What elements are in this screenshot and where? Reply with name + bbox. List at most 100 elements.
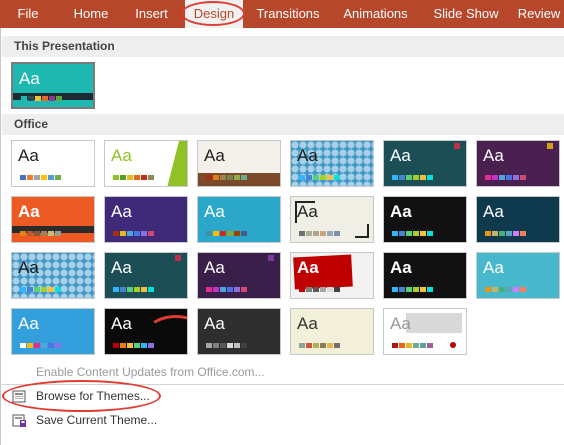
office-theme-thumbnail[interactable]: Aa bbox=[104, 308, 188, 355]
color-swatch bbox=[513, 287, 519, 292]
color-swatch bbox=[220, 231, 226, 236]
color-swatch bbox=[406, 287, 412, 292]
theme-sample-text: Aa bbox=[297, 146, 318, 165]
color-swatch bbox=[134, 287, 140, 292]
office-theme-thumbnail[interactable]: Aa bbox=[290, 252, 374, 299]
tab-home[interactable]: Home bbox=[62, 0, 120, 28]
tab-insert[interactable]: Insert bbox=[124, 0, 179, 28]
color-swatch bbox=[20, 287, 26, 292]
menu-item-label: Enable Content Updates from Office.com..… bbox=[36, 365, 265, 379]
color-swatch bbox=[299, 287, 305, 292]
theme-color-swatches bbox=[20, 287, 62, 292]
office-theme-thumbnail[interactable]: Aa bbox=[476, 252, 560, 299]
theme-corner-accent bbox=[454, 143, 460, 149]
color-swatch bbox=[141, 175, 147, 180]
save-current-theme-item[interactable]: Save Current Theme... bbox=[1, 409, 564, 431]
office-theme-thumbnail[interactable]: Aa bbox=[104, 140, 188, 187]
color-swatch bbox=[148, 287, 154, 292]
office-theme-thumbnail[interactable]: Aa bbox=[11, 308, 95, 355]
office-theme-thumbnail[interactable]: Aa bbox=[104, 252, 188, 299]
color-swatch bbox=[392, 175, 398, 180]
color-swatch bbox=[241, 287, 247, 292]
office-theme-thumbnail[interactable]: Aa bbox=[197, 140, 281, 187]
color-swatch bbox=[220, 343, 226, 348]
office-theme-thumbnail[interactable]: Aa bbox=[104, 196, 188, 243]
office-theme-thumbnail[interactable]: Aa bbox=[197, 252, 281, 299]
theme-corner-accent bbox=[547, 143, 553, 149]
tab-review[interactable]: Review bbox=[514, 0, 564, 28]
office-theme-thumbnail[interactable]: Aa bbox=[383, 308, 467, 355]
office-theme-thumbnail[interactable]: Aa bbox=[476, 196, 560, 243]
office-theme-thumbnail[interactable]: Aa bbox=[290, 196, 374, 243]
color-swatch bbox=[227, 287, 233, 292]
color-swatch bbox=[206, 343, 212, 348]
color-swatch bbox=[213, 343, 219, 348]
office-theme-thumbnail[interactable]: Aa bbox=[197, 196, 281, 243]
color-swatch bbox=[134, 231, 140, 236]
theme-sample-text: Aa bbox=[483, 258, 504, 277]
color-swatch bbox=[399, 175, 405, 180]
theme-color-swatches bbox=[21, 96, 63, 101]
color-swatch bbox=[127, 287, 133, 292]
color-swatch bbox=[27, 231, 33, 236]
color-swatch bbox=[55, 343, 61, 348]
theme-sample-text: Aa bbox=[204, 202, 225, 221]
theme-sample-text: Aa bbox=[18, 202, 40, 221]
theme-frame-lines bbox=[355, 224, 369, 238]
color-swatch bbox=[520, 175, 526, 180]
tab-design[interactable]: Design bbox=[185, 0, 243, 28]
color-swatch bbox=[148, 175, 154, 180]
office-theme-thumbnail[interactable]: Aa bbox=[11, 140, 95, 187]
color-swatch bbox=[234, 343, 240, 348]
tab-file[interactable]: File bbox=[6, 0, 50, 28]
office-theme-thumbnail[interactable]: Aa bbox=[383, 140, 467, 187]
color-swatch bbox=[406, 231, 412, 236]
color-swatch bbox=[320, 231, 326, 236]
office-theme-thumbnail[interactable]: Aa bbox=[476, 140, 560, 187]
color-swatch bbox=[327, 175, 333, 180]
color-swatch bbox=[27, 287, 33, 292]
theme-facet-shape bbox=[167, 141, 187, 186]
theme-sample-text: Aa bbox=[390, 202, 412, 221]
ribbon-tab-bar: File Home Insert Design Transitions Animation… bbox=[0, 0, 564, 28]
office-theme-thumbnail[interactable]: Aa bbox=[383, 252, 467, 299]
color-swatch bbox=[485, 231, 491, 236]
color-swatch bbox=[141, 287, 147, 292]
theme-sample-text: Aa bbox=[18, 146, 39, 165]
color-swatch bbox=[213, 175, 219, 180]
color-swatch bbox=[399, 231, 405, 236]
current-theme-thumbnail[interactable]: Aa bbox=[11, 62, 95, 109]
color-swatch bbox=[120, 231, 126, 236]
color-swatch bbox=[320, 287, 326, 292]
office-theme-thumbnail[interactable]: Aa bbox=[290, 308, 374, 355]
color-swatch bbox=[35, 96, 41, 101]
color-swatch bbox=[485, 175, 491, 180]
tab-animations[interactable]: Animations bbox=[333, 0, 418, 28]
theme-sample-text: Aa bbox=[297, 314, 318, 333]
office-theme-thumbnail[interactable]: Aa bbox=[383, 196, 467, 243]
color-swatch bbox=[420, 175, 426, 180]
office-theme-thumbnail[interactable]: Aa bbox=[290, 140, 374, 187]
tab-transitions[interactable]: Transitions bbox=[247, 0, 329, 28]
color-swatch bbox=[334, 231, 340, 236]
tab-slide-show[interactable]: Slide Show bbox=[423, 0, 509, 28]
color-swatch bbox=[313, 287, 319, 292]
color-swatch bbox=[206, 231, 212, 236]
color-swatch bbox=[427, 343, 433, 348]
office-theme-thumbnail[interactable]: Aa bbox=[11, 196, 95, 243]
office-theme-thumbnail[interactable]: Aa bbox=[11, 252, 95, 299]
color-swatch bbox=[306, 231, 312, 236]
color-swatch bbox=[513, 231, 519, 236]
color-swatch bbox=[213, 231, 219, 236]
color-swatch bbox=[120, 175, 126, 180]
browse-for-themes-item[interactable]: Browse for Themes... bbox=[1, 385, 564, 407]
color-swatch bbox=[399, 343, 405, 348]
color-swatch bbox=[127, 175, 133, 180]
color-swatch bbox=[34, 231, 40, 236]
color-swatch bbox=[49, 96, 55, 101]
theme-corner-accent bbox=[268, 255, 274, 261]
theme-color-swatches bbox=[392, 287, 434, 292]
color-swatch bbox=[27, 343, 33, 348]
color-swatch bbox=[20, 175, 26, 180]
office-theme-thumbnail[interactable]: Aa bbox=[197, 308, 281, 355]
